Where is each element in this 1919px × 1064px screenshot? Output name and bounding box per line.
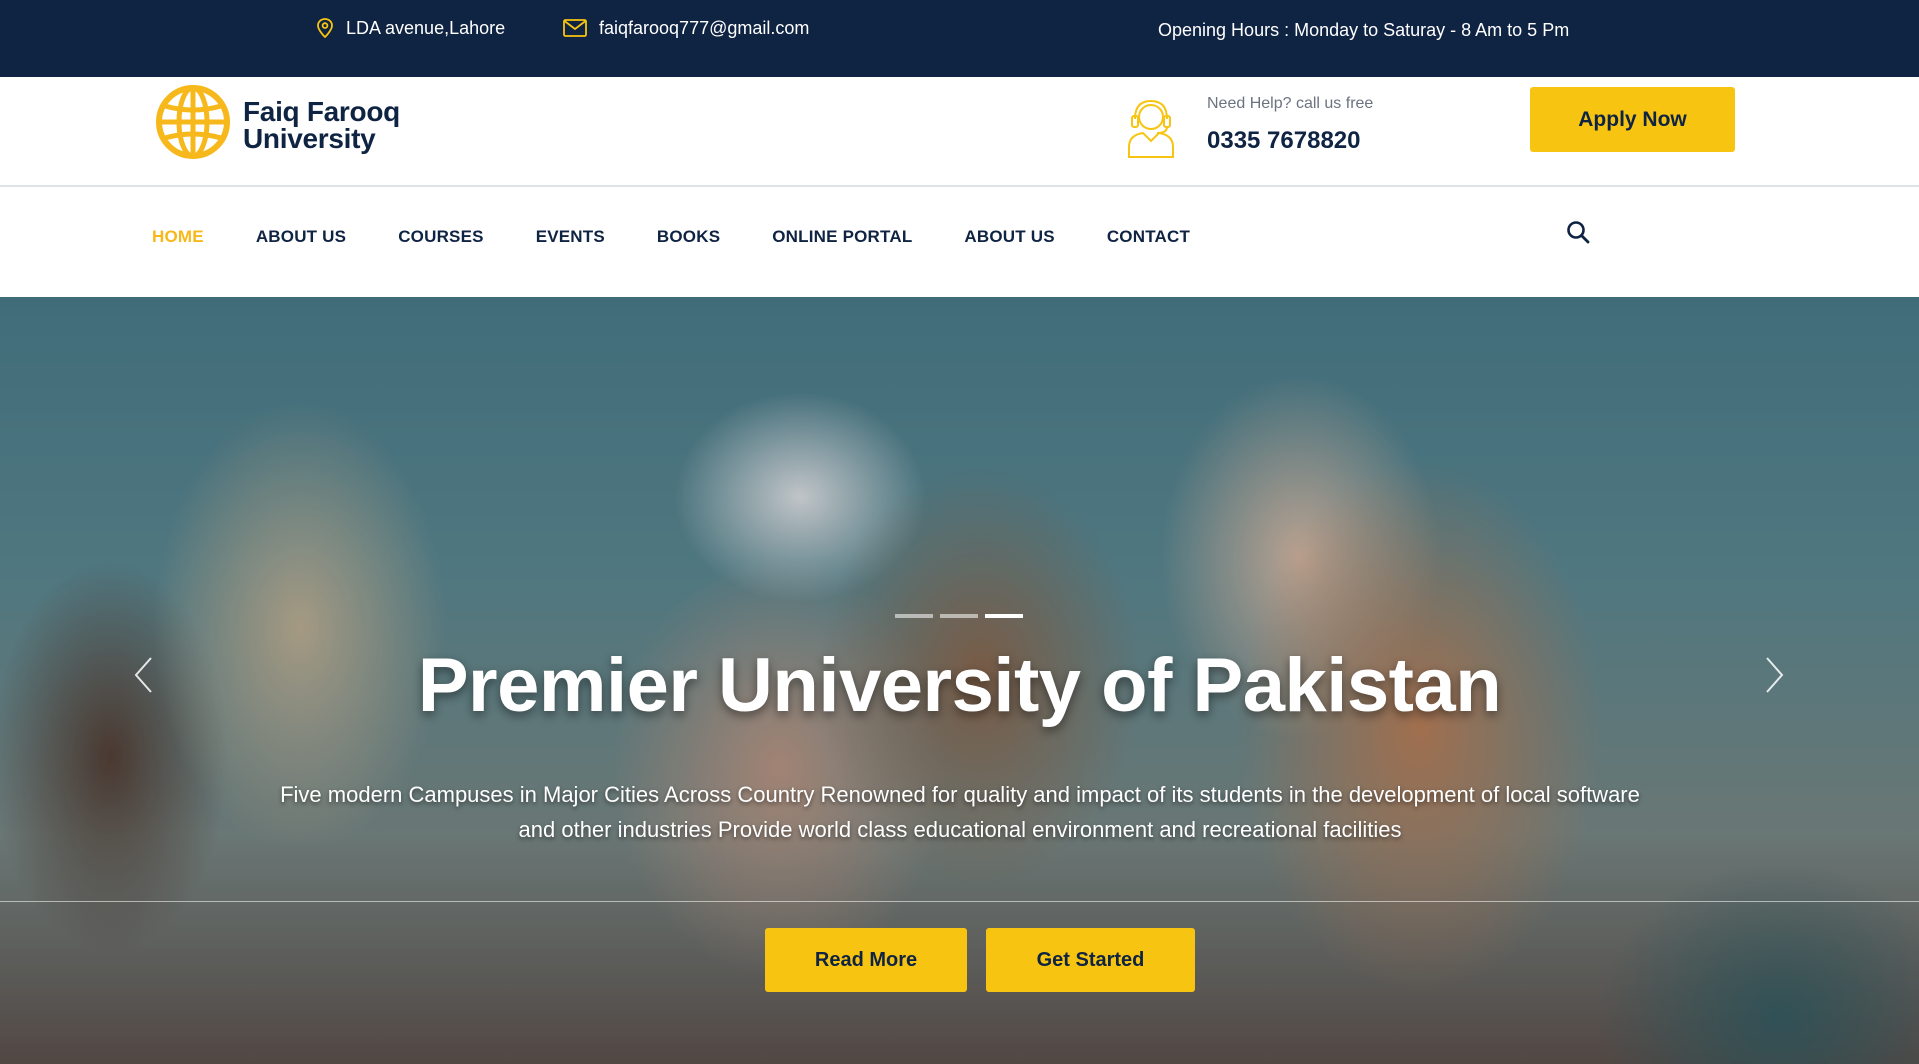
- nav-item-online-portal[interactable]: ONLINE PORTAL: [772, 227, 912, 247]
- site-logo[interactable]: Faiq Farooq University: [155, 84, 400, 165]
- help-contact: Need Help? call us free 0335 7678820: [1125, 95, 1373, 164]
- hero-divider: [0, 901, 1919, 902]
- slide-indicator-2[interactable]: [940, 614, 978, 618]
- hero-slider: Premier University of Pakistan Five mode…: [0, 297, 1919, 1064]
- hero-description: Five modern Campuses in Major Cities Acr…: [280, 782, 1640, 842]
- nav-item-about-us-2[interactable]: ABOUT US: [964, 227, 1054, 247]
- get-started-button[interactable]: Get Started: [986, 928, 1195, 992]
- nav-item-books[interactable]: BOOKS: [657, 227, 720, 247]
- address-text: LDA avenue,Lahore: [346, 17, 506, 38]
- brand-name-line1: Faiq Farooq: [243, 95, 400, 127]
- hero-title: Premier University of Pakistan: [417, 643, 1502, 728]
- help-text: Need Help? call us free 0335 7678820: [1207, 95, 1373, 155]
- opening-hours-text: Opening Hours : Monday to Saturay - 8 Am…: [1158, 19, 1570, 40]
- search-button[interactable]: [1563, 219, 1593, 249]
- brand-name-line2: University: [243, 122, 376, 154]
- apply-now-button[interactable]: Apply Now: [1530, 87, 1735, 152]
- map-pin-icon: [316, 18, 334, 38]
- nav-item-about-us[interactable]: ABOUT US: [256, 227, 346, 247]
- nav-menu: HOME ABOUT US COURSES EVENTS BOOKS ONLIN…: [152, 227, 1242, 247]
- top-info-bar: LDA avenue,Lahore faiqfarooq777@gmail.co…: [0, 0, 1919, 77]
- read-more-button[interactable]: Read More: [765, 928, 967, 992]
- globe-icon: [155, 84, 231, 165]
- help-phone-number[interactable]: 0335 7678820: [1207, 127, 1373, 155]
- brand-header: Faiq Farooq University Need Help? call u…: [0, 77, 1919, 187]
- search-icon: [1566, 220, 1590, 249]
- help-label: Need Help? call us free: [1207, 95, 1374, 112]
- opening-hours: Opening Hours : Monday to Saturay - 8 Am…: [1158, 16, 1569, 44]
- brand-name: Faiq Farooq University: [243, 95, 400, 154]
- email-info[interactable]: faiqfarooq777@gmail.com: [563, 14, 809, 42]
- email-link[interactable]: faiqfarooq777@gmail.com: [599, 18, 809, 39]
- nav-item-home[interactable]: HOME: [152, 227, 204, 247]
- slide-indicator-1[interactable]: [895, 614, 933, 618]
- slide-indicators: [895, 614, 1030, 618]
- headset-icon: [1125, 95, 1177, 164]
- main-nav: HOME ABOUT US COURSES EVENTS BOOKS ONLIN…: [0, 189, 1919, 297]
- nav-item-contact[interactable]: CONTACT: [1107, 227, 1190, 247]
- nav-item-events[interactable]: EVENTS: [536, 227, 605, 247]
- address-info: LDA avenue,Lahore: [316, 14, 505, 42]
- envelope-icon: [563, 19, 587, 37]
- nav-item-courses[interactable]: COURSES: [398, 227, 483, 247]
- slide-indicator-3[interactable]: [985, 614, 1023, 618]
